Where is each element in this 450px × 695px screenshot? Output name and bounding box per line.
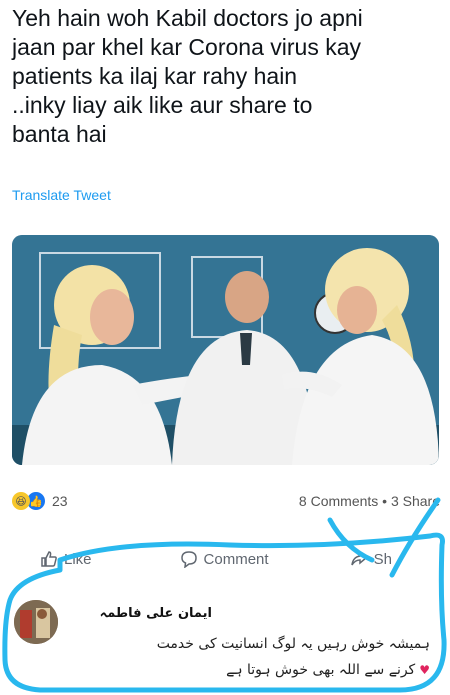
share-button[interactable]: Sh [350, 550, 392, 568]
comment: ایمان علی فاطمہ ہمیشہ خوش رہیں یہ لوگ ان… [10, 588, 440, 688]
like-button[interactable]: Like [40, 550, 92, 568]
comments-shares-count[interactable]: 8 Comments • 3 Share [299, 493, 440, 509]
comment-label: Comment [203, 550, 269, 568]
reactions[interactable]: 😆 👍 23 [12, 491, 68, 511]
share-label: Sh [373, 550, 392, 568]
thumbs-up-icon [41, 551, 57, 567]
comment-text-line-1: ہمیشہ خوش رہیں یہ لوگ انسانیت کی خدمت [156, 636, 430, 652]
commenter-avatar[interactable] [14, 600, 58, 644]
heart-icon: ♥ [419, 663, 430, 677]
post-image[interactable] [12, 235, 439, 465]
tweet-text: Yeh hain woh Kabil doctors jo apni jaan … [12, 5, 363, 147]
comment-button[interactable]: Comment [180, 550, 269, 568]
clinic-scene-image [12, 235, 439, 465]
comment-text-line-2: ♥کرنے سے اللہ بھی خوش ہوتا ہے [226, 662, 430, 678]
avatar-image [14, 600, 58, 644]
like-label: Like [64, 550, 92, 568]
share-icon [350, 551, 367, 566]
post-actions: Like Comment Sh [12, 546, 440, 572]
reaction-count: 23 [52, 493, 68, 509]
translate-tweet-link[interactable]: Translate Tweet [12, 187, 111, 203]
commenter-name[interactable]: ایمان علی فاطمہ [100, 606, 212, 621]
haha-reaction-icon: 😆 [12, 492, 30, 510]
comment-text-line-2-text: کرنے سے اللہ بھی خوش ہوتا ہے [226, 662, 416, 678]
post-stats: 😆 👍 23 8 Comments • 3 Share [12, 490, 440, 512]
comment-icon [180, 551, 197, 568]
